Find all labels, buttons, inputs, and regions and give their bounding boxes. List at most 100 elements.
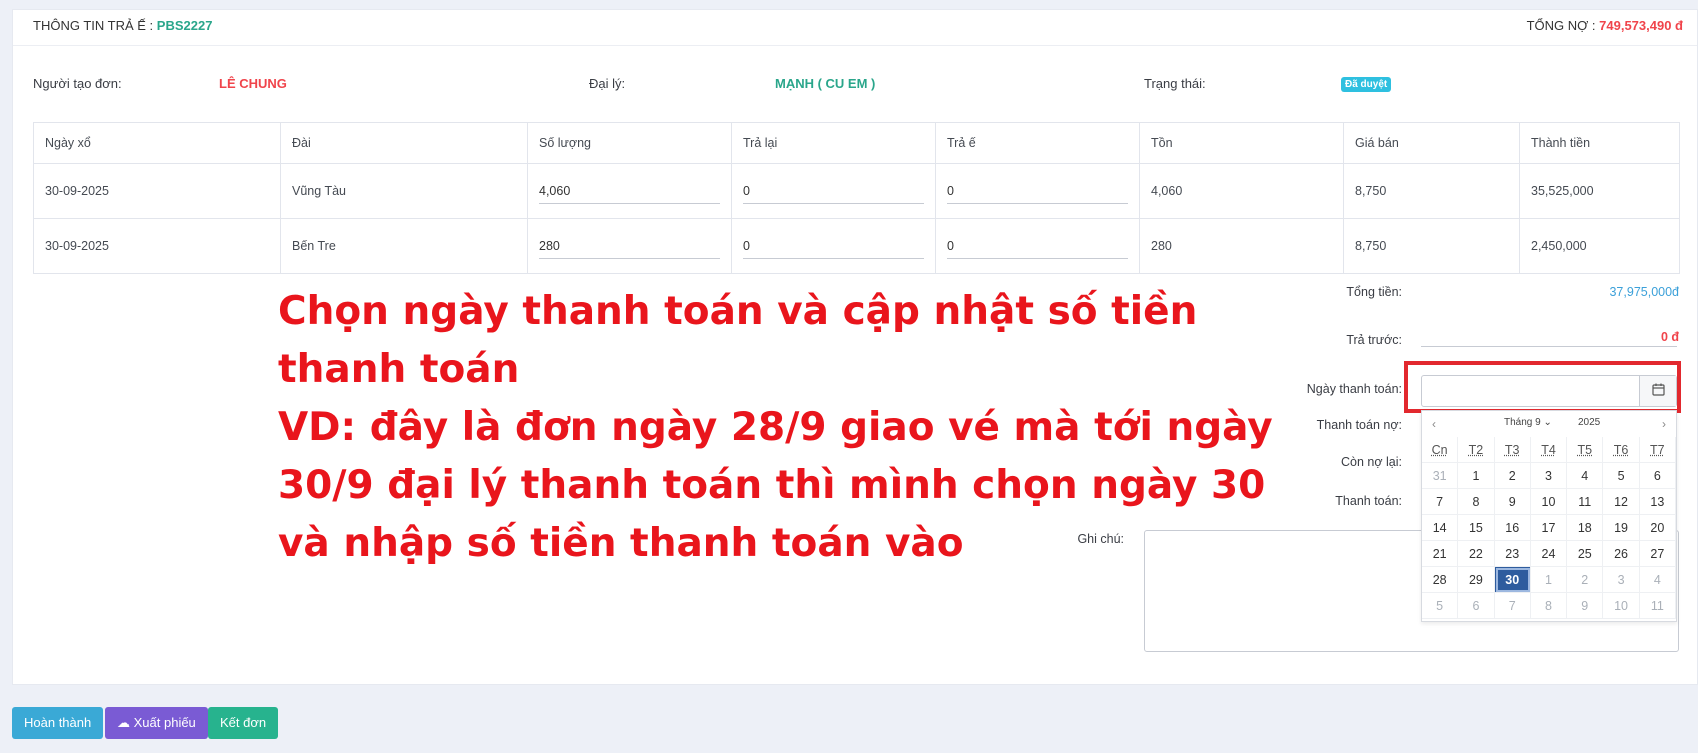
calendar-day[interactable]: 6: [1458, 593, 1495, 619]
year-select[interactable]: 2025: [1578, 417, 1600, 428]
calendar-day[interactable]: 29: [1458, 567, 1495, 593]
cell-date: 30-09-2025: [33, 218, 281, 274]
calendar-day[interactable]: 22: [1458, 541, 1495, 567]
col-price: Giá bán: [1343, 122, 1520, 164]
total-debt: TỔNG NỢ : 749,573,490 đ: [1527, 18, 1683, 33]
table-header-row: Ngày xổ Đài Số lượng Trả lại Trả ế Tồn G…: [33, 122, 1680, 164]
calendar-day[interactable]: 17: [1530, 515, 1568, 541]
calendar-day[interactable]: 27: [1639, 541, 1676, 567]
total-value: 37,975,000đ: [1609, 285, 1679, 299]
calendar-day[interactable]: 10: [1530, 489, 1568, 515]
weekday-header: T6: [1603, 437, 1640, 463]
month-select[interactable]: Tháng 9 ⌄: [1504, 417, 1552, 428]
calendar-day[interactable]: 2: [1567, 567, 1604, 593]
calendar-day[interactable]: 5: [1422, 593, 1459, 619]
creator-label: Người tạo đơn:: [33, 76, 122, 91]
calendar-day[interactable]: 5: [1603, 463, 1640, 489]
creator-value: LÊ CHUNG: [219, 76, 287, 91]
chevron-down-icon: ⌄: [1543, 417, 1552, 428]
calendar-day[interactable]: 13: [1639, 489, 1676, 515]
calendar-day[interactable]: 8: [1530, 593, 1568, 619]
calendar-grid: Cn T2 T3 T4 T5 T6 T7 31 1 2 3 4 5 6 7 8 9 10 11 12 13 14 15 16 1…: [1422, 437, 1676, 619]
cell-total: 2,450,000: [1519, 218, 1680, 274]
weekday-header: Cn: [1422, 437, 1459, 463]
complete-button[interactable]: Hoàn thành: [12, 707, 104, 739]
highlight-box: [1404, 361, 1681, 413]
calendar-day[interactable]: 10: [1603, 593, 1640, 619]
calendar-day[interactable]: 8: [1458, 489, 1495, 515]
calendar-day[interactable]: 9: [1567, 593, 1604, 619]
calendar-day[interactable]: 31: [1422, 463, 1459, 489]
calendar-day[interactable]: 1: [1458, 463, 1495, 489]
agent-label: Đại lý:: [589, 76, 626, 91]
cloud-icon: ☁: [117, 715, 130, 730]
calendar-day[interactable]: 11: [1639, 593, 1676, 619]
calendar-day[interactable]: 16: [1494, 515, 1531, 541]
weekday-header: T4: [1530, 437, 1568, 463]
calendar-day[interactable]: 3: [1603, 567, 1640, 593]
next-month-icon[interactable]: ›: [1662, 417, 1666, 431]
calendar-day[interactable]: 1: [1530, 567, 1568, 593]
weekday-header: T7: [1639, 437, 1676, 463]
unsold-input[interactable]: 0: [947, 178, 1128, 204]
calendar-day[interactable]: 4: [1567, 463, 1604, 489]
prepaid-value[interactable]: 0 đ: [1661, 330, 1679, 344]
cell-returned: 0: [731, 218, 936, 274]
calendar-day[interactable]: 24: [1530, 541, 1568, 567]
cell-price: 8,750: [1343, 218, 1520, 274]
calendar-day-selected[interactable]: 30: [1494, 567, 1531, 593]
qty-input[interactable]: 4,060: [539, 178, 720, 204]
calendar-day[interactable]: 7: [1494, 593, 1531, 619]
cell-station: Bến Tre: [280, 218, 528, 274]
cell-qty: 280: [527, 218, 732, 274]
calendar-day[interactable]: 28: [1422, 567, 1459, 593]
col-unsold: Trả ế: [935, 122, 1140, 164]
calendar-day[interactable]: 4: [1639, 567, 1676, 593]
calendar-day[interactable]: 26: [1603, 541, 1640, 567]
col-stock: Tồn: [1139, 122, 1344, 164]
cell-stock: 280: [1139, 218, 1344, 274]
table-row: 30-09-2025 Vũng Tàu 4,060 0 0 4,060 8,75…: [33, 163, 1680, 219]
calendar-day[interactable]: 23: [1494, 541, 1531, 567]
table-row: 30-09-2025 Bến Tre 280 0 0 280 8,750 2,4…: [33, 218, 1680, 274]
calendar-day[interactable]: 14: [1422, 515, 1459, 541]
unsold-input[interactable]: 0: [947, 233, 1128, 259]
agent-value: MẠNH ( CU EM ): [775, 76, 876, 91]
annotation-line-1: Chọn ngày thanh toán và cập nhật số tiền…: [278, 289, 1198, 392]
calendar-day[interactable]: 18: [1567, 515, 1604, 541]
close-order-button[interactable]: Kết đơn: [208, 707, 279, 739]
order-code: PBS2227: [156, 18, 213, 33]
returned-input[interactable]: 0: [743, 178, 924, 204]
prev-month-icon[interactable]: ‹: [1432, 417, 1436, 431]
cell-total: 35,525,000: [1519, 163, 1680, 219]
calendar-day[interactable]: 20: [1639, 515, 1676, 541]
title-label: THÔNG TIN TRẢ Ế :: [33, 18, 154, 33]
col-amount: Thành tiền: [1519, 122, 1680, 164]
calendar-day[interactable]: 6: [1639, 463, 1676, 489]
cell-returned: 0: [731, 163, 936, 219]
cell-price: 8,750: [1343, 163, 1520, 219]
calendar-day[interactable]: 2: [1494, 463, 1531, 489]
export-button[interactable]: ☁ Xuất phiếu: [105, 707, 208, 739]
debt-value: 749,573,490 đ: [1599, 18, 1683, 33]
weekday-header: T5: [1567, 437, 1604, 463]
calendar-day[interactable]: 15: [1458, 515, 1495, 541]
col-quantity: Số lượng: [527, 122, 732, 164]
cell-unsold: 0: [935, 218, 1140, 274]
calendar-day[interactable]: 12: [1603, 489, 1640, 515]
calendar-day[interactable]: 19: [1603, 515, 1640, 541]
weekday-header: T2: [1458, 437, 1495, 463]
annotation-line-2: VD: đây là đơn ngày 28/9 giao vé mà tới …: [278, 405, 1273, 566]
weekday-header: T3: [1494, 437, 1531, 463]
qty-input[interactable]: 280: [539, 233, 720, 259]
calendar-day[interactable]: 3: [1530, 463, 1568, 489]
cell-stock: 4,060: [1139, 163, 1344, 219]
calendar-day[interactable]: 9: [1494, 489, 1531, 515]
instruction-annotation: Chọn ngày thanh toán và cập nhật số tiền…: [278, 283, 1318, 573]
returned-input[interactable]: 0: [743, 233, 924, 259]
calendar-day[interactable]: 11: [1567, 489, 1604, 515]
calendar-day[interactable]: 21: [1422, 541, 1459, 567]
calendar-day[interactable]: 25: [1567, 541, 1604, 567]
status-badge: Đã duyệt: [1341, 77, 1392, 92]
calendar-day[interactable]: 7: [1422, 489, 1459, 515]
